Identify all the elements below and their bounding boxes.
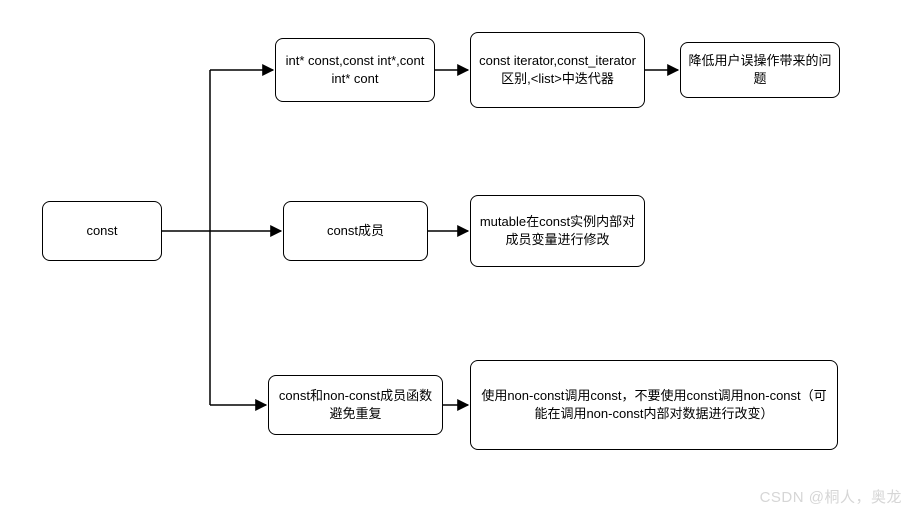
node-b1c: const iterator,const_iterator区别,<list>中迭…	[470, 32, 645, 108]
node-label: const	[86, 222, 117, 240]
node-b2: const成员	[283, 201, 428, 261]
node-b3c: 使用non-const调用const，不要使用const调用non-const（…	[470, 360, 838, 450]
node-label: const iterator,const_iterator区别,<list>中迭…	[477, 52, 638, 87]
node-label: 使用non-const调用const，不要使用const调用non-const（…	[477, 387, 831, 422]
node-label: 降低用户误操作带来的问题	[687, 52, 833, 87]
node-label: mutable在const实例内部对成员变量进行修改	[477, 213, 638, 248]
node-label: const成员	[327, 222, 384, 240]
node-b2c: mutable在const实例内部对成员变量进行修改	[470, 195, 645, 267]
node-root: const	[42, 201, 162, 261]
watermark-text: CSDN @桐人，奥龙	[760, 489, 902, 506]
node-b1d: 降低用户误操作带来的问题	[680, 42, 840, 98]
node-label: const和non-const成员函数避免重复	[275, 387, 436, 422]
watermark: CSDN @桐人，奥龙	[760, 486, 902, 507]
node-b1: int* const,const int*,cont int* cont	[275, 38, 435, 102]
node-b3: const和non-const成员函数避免重复	[268, 375, 443, 435]
node-label: int* const,const int*,cont int* cont	[282, 52, 428, 87]
